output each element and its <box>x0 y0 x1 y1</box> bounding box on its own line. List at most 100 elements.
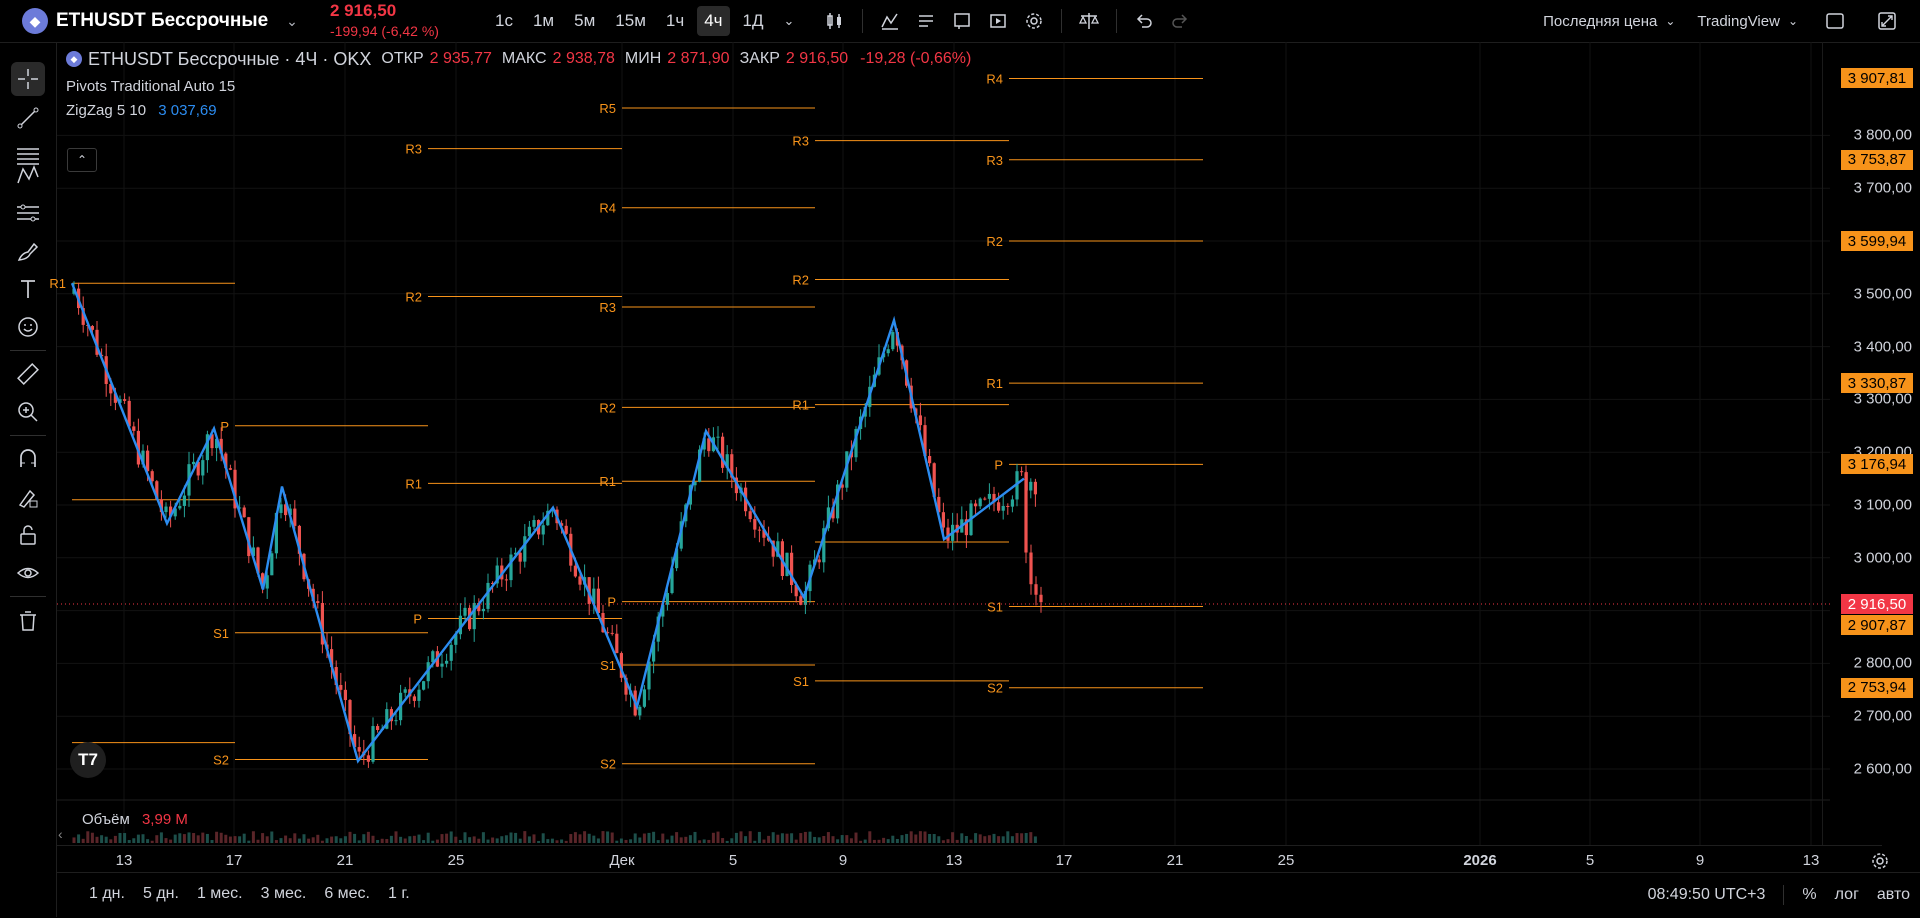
volume-bar <box>435 839 439 843</box>
volume-bar <box>385 839 389 843</box>
time-axis[interactable]: 13 17 21 25 Дек 5 9 13 17 21 25 2026 5 9 13 <box>57 845 1882 873</box>
candle-body <box>610 632 614 634</box>
candle-body <box>178 505 182 509</box>
volume-bar <box>408 836 412 843</box>
volume-bar <box>707 839 711 843</box>
pivot-label: R1 <box>599 474 616 489</box>
volume-bar <box>633 833 637 843</box>
volume-bar <box>242 833 246 843</box>
volume-bar <box>744 836 748 843</box>
auto-toggle[interactable]: авто <box>1877 886 1910 904</box>
candle-body <box>564 525 568 534</box>
volume-bar <box>417 834 421 843</box>
pivot-label: R1 <box>792 398 809 413</box>
pivot-label: R1 <box>49 276 66 291</box>
pivot-label: R2 <box>599 400 616 415</box>
candle-body <box>394 720 398 722</box>
percent-toggle[interactable]: % <box>1802 886 1816 904</box>
volume-bar <box>656 840 660 843</box>
axis-settings-gear-icon[interactable] <box>1870 851 1890 871</box>
volume-bar <box>721 838 725 843</box>
candle-body <box>974 503 978 507</box>
volume-bar <box>753 840 757 843</box>
price-chart[interactable]: R1PS1S2R2R1PR3R5R4R3R2R1PS1S2R3R2R1S1R4R… <box>0 0 1920 917</box>
candle-body <box>518 552 522 562</box>
volume-bar <box>909 831 913 843</box>
pivot-label: R3 <box>792 134 809 149</box>
volume-bar <box>877 839 881 843</box>
volume-bar <box>1015 833 1019 843</box>
volume-bar <box>725 840 729 843</box>
volume-bar <box>849 838 853 843</box>
date-ranges: 1 дн. 5 дн. 1 мес. 3 мес. 6 мес. 1 г. <box>89 885 410 903</box>
volume-bar <box>1010 836 1014 843</box>
candle-body <box>596 588 600 614</box>
legend-low-label: МИН <box>624 50 662 67</box>
log-toggle[interactable]: лог <box>1835 886 1859 904</box>
volume-bar <box>983 836 987 843</box>
clock[interactable]: 08:49:50 UTC+3 <box>1648 886 1766 904</box>
volume-bar <box>619 838 623 843</box>
indicator-zigzag[interactable]: ZigZag 5 10 3 037,69 <box>66 99 971 123</box>
tradingview-logo[interactable]: T7 <box>70 742 106 778</box>
legend-collapse-button[interactable]: ⌃ <box>67 148 97 172</box>
volume-bar <box>72 837 76 843</box>
volume-bar <box>251 831 255 843</box>
volume-bar <box>647 832 651 843</box>
volume-bar <box>642 833 646 843</box>
pivot-label: R4 <box>599 201 616 216</box>
candle-body <box>983 498 987 500</box>
indicator-zigzag-label: ZigZag 5 10 <box>66 102 147 119</box>
volume-bar <box>698 840 702 843</box>
volume-bar <box>307 838 311 843</box>
volume-bar <box>882 837 886 843</box>
price-badge: 3 330,87 <box>1841 373 1913 394</box>
time-tick: 5 <box>1585 852 1595 869</box>
bottom-right-controls: 08:49:50 UTC+3 % лог авто <box>1648 885 1910 905</box>
range-1y[interactable]: 1 г. <box>388 885 410 903</box>
volume-bar <box>532 834 536 843</box>
range-1d[interactable]: 1 дн. <box>89 885 125 903</box>
legend-open: 2 935,77 <box>429 50 492 67</box>
time-tick: 13 <box>945 852 963 869</box>
volume-bar <box>960 833 964 843</box>
price-tick: 3 100,00 <box>1853 496 1912 514</box>
volume-label: Объём <box>82 811 130 828</box>
candle-body <box>1034 584 1038 595</box>
range-1m[interactable]: 1 мес. <box>197 885 243 903</box>
volume-bar <box>1033 836 1037 843</box>
price-tick: 2 700,00 <box>1853 707 1912 725</box>
volume-bar <box>978 834 982 843</box>
volume-bar <box>348 831 352 843</box>
volume-bar <box>974 833 978 843</box>
candle-body <box>541 525 545 535</box>
volume-bar <box>987 835 991 843</box>
volume-bar <box>463 832 467 843</box>
range-5d[interactable]: 5 дн. <box>143 885 179 903</box>
time-tick: 13 <box>1802 852 1820 869</box>
candle-body <box>1001 505 1005 511</box>
volume-bar <box>509 832 513 843</box>
price-badge: 2 753,94 <box>1841 677 1913 698</box>
volume-bar <box>790 833 794 843</box>
volume-bar <box>127 840 131 843</box>
candle-body <box>573 565 577 577</box>
range-3m[interactable]: 3 мес. <box>261 885 307 903</box>
volume-bar <box>601 831 605 843</box>
volume-bar <box>376 839 380 843</box>
candle-body <box>1024 473 1028 553</box>
candle-body <box>997 502 1001 511</box>
volume-bar <box>905 833 909 843</box>
pivot-label: R1 <box>986 376 1003 391</box>
range-6m[interactable]: 6 мес. <box>324 885 370 903</box>
scroll-left-icon[interactable]: ‹ <box>58 826 63 842</box>
indicator-pivots[interactable]: Pivots Traditional Auto 15 <box>66 75 971 99</box>
volume-bar <box>412 835 416 843</box>
pivot-label: P <box>994 457 1003 472</box>
price-badge: 3 599,94 <box>1841 231 1913 252</box>
volume-bar <box>992 833 996 843</box>
volume-bar <box>86 831 90 843</box>
candle-body <box>376 726 380 731</box>
pivot-label: S2 <box>600 757 616 772</box>
candle-body <box>481 608 485 612</box>
